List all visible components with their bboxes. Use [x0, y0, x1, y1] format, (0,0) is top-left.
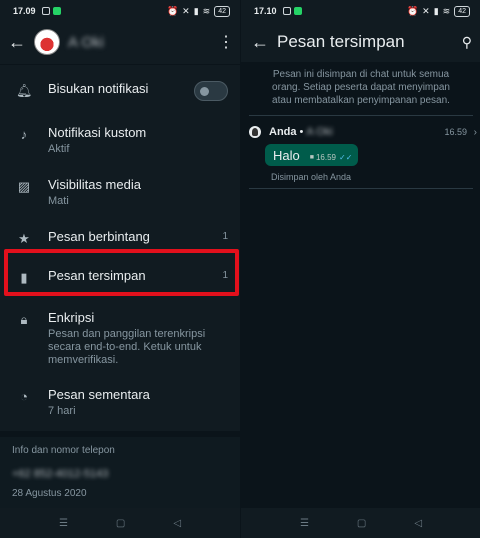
status-time: 17.09 [13, 6, 36, 16]
system-nav-bar: ☰ ▢ ◁ [0, 508, 240, 538]
recents-icon[interactable]: ☰ [59, 518, 68, 529]
setting-starred-messages[interactable]: ★ Pesan berbintang 1 [0, 229, 240, 247]
starred-count: 1 [222, 231, 228, 242]
setting-subtitle: 7 hari [48, 405, 76, 417]
wifi-icon: ≋ [202, 5, 211, 16]
saved-by-label: Disimpan oleh Anda [271, 172, 352, 182]
setting-encryption[interactable]: 🔒︎ Enkripsi Pesan dan panggilan terenkri… [0, 310, 240, 367]
music-note-icon: ♪ [20, 127, 28, 142]
phone-number[interactable]: +62 852-4012-5143 [12, 468, 228, 480]
message-sender: Anda [269, 126, 297, 138]
message-time: 16.59 [444, 127, 467, 137]
setting-subtitle: Mati [48, 195, 69, 207]
back-icon[interactable]: ◁ [414, 518, 422, 529]
saved-messages-screen: 17.10 ⏰ ✕ ▮ ≋ 42 ← Pesan tersimpan ⚲ Pes… [240, 0, 480, 538]
saved-messages-header: ← Pesan tersimpan ⚲ [241, 22, 480, 62]
contact-info-screen: 17.09 ⏰ ✕ ▮ ≋ 42 ← A Oki ⋮ 🔔︎ Bisukan no… [0, 0, 240, 538]
whatsapp-notification-icon [293, 7, 302, 15]
message-receiver: A Oki [306, 126, 333, 138]
saved-messages-highlight [4, 249, 239, 296]
gallery-notification-icon [282, 7, 291, 15]
status-bar: 17.09 ⏰ ✕ ▮ ≋ 42 [0, 0, 240, 22]
info-section: Info dan nomor telepon +62 852-4012-5143… [0, 431, 240, 513]
wifi-icon: ≋ [442, 5, 451, 16]
double-check-icon: ✓✓ [339, 153, 353, 162]
contact-name[interactable]: A Oki [68, 34, 218, 51]
back-arrow-icon[interactable]: ← [251, 32, 271, 53]
divider [249, 115, 473, 116]
star-icon: ★ [18, 231, 30, 246]
mute-icon: ✕ [422, 5, 430, 16]
setting-mute-notifications[interactable]: 🔔︎ Bisukan notifikasi [0, 81, 240, 131]
bell-icon: 🔔︎ [16, 83, 33, 98]
saved-messages-notice: Pesan ini disimpan di chat untuk semua o… [272, 69, 450, 106]
home-icon[interactable]: ▢ [116, 518, 125, 529]
bubble-time: 16.59 [315, 153, 337, 162]
setting-disappearing-messages[interactable]: ◔ Pesan sementara 7 hari [0, 387, 240, 418]
page-title: Pesan tersimpan [277, 32, 405, 51]
setting-title: Notifikasi kustom [48, 125, 147, 140]
message-header[interactable]: Anda • A Oki 16.59 › [241, 122, 480, 142]
saved-messages-body: Pesan ini disimpan di chat untuk semua o… [241, 62, 480, 508]
signal-icon: ▮ [433, 5, 439, 16]
lock-icon: 🔒︎ [20, 312, 28, 327]
mute-notifications-toggle[interactable] [194, 81, 228, 101]
setting-title: Pesan berbintang [48, 229, 150, 244]
timer-icon: ◔ [20, 389, 28, 404]
image-icon: ▨ [17, 179, 31, 194]
setting-title: Pesan sementara [48, 387, 150, 402]
status-time: 17.10 [254, 6, 277, 16]
battery-icon: 42 [214, 5, 230, 17]
setting-title: Visibilitas media [48, 177, 141, 192]
more-options-icon[interactable]: ⋮ [218, 32, 234, 52]
alarm-icon: ⏰ [406, 5, 419, 16]
search-icon[interactable]: ⚲ [462, 34, 472, 51]
info-date: 28 Agustus 2020 [12, 488, 87, 499]
chevron-right-icon[interactable]: › [474, 127, 477, 138]
battery-icon: 42 [454, 5, 470, 17]
info-header: Info dan nomor telepon [12, 445, 115, 456]
bookmark-small-icon: ■ [309, 154, 314, 161]
setting-subtitle: Pesan dan panggilan terenkripsi secara e… [48, 328, 206, 366]
message-bubble[interactable]: Halo ■ 16.59 ✓✓ [265, 144, 359, 166]
gallery-notification-icon [41, 7, 50, 15]
setting-media-visibility[interactable]: ▨ Visibilitas media Mati [0, 177, 240, 208]
sender-separator: • [299, 126, 304, 138]
system-nav-bar: ☰ ▢ ◁ [241, 508, 480, 538]
home-icon[interactable]: ▢ [357, 518, 366, 529]
recents-icon[interactable]: ☰ [300, 518, 309, 529]
setting-subtitle: Aktif [48, 143, 70, 155]
status-bar: 17.10 ⏰ ✕ ▮ ≋ 42 [241, 0, 480, 22]
setting-custom-notifications[interactable]: ♪ Notifikasi kustom Aktif [0, 125, 240, 156]
message-text: Halo [273, 148, 300, 163]
divider [249, 188, 473, 189]
sender-avatar [249, 126, 261, 138]
signal-icon: ▮ [193, 5, 199, 16]
mute-icon: ✕ [182, 5, 190, 16]
contact-avatar[interactable] [34, 29, 60, 55]
alarm-icon: ⏰ [166, 5, 179, 16]
contact-header: ← A Oki ⋮ [0, 22, 240, 62]
back-icon[interactable]: ◁ [173, 518, 181, 529]
back-arrow-icon[interactable]: ← [8, 32, 28, 53]
setting-title: Enkripsi [48, 310, 95, 325]
toggle-knob [200, 87, 209, 96]
whatsapp-notification-icon [52, 7, 61, 15]
